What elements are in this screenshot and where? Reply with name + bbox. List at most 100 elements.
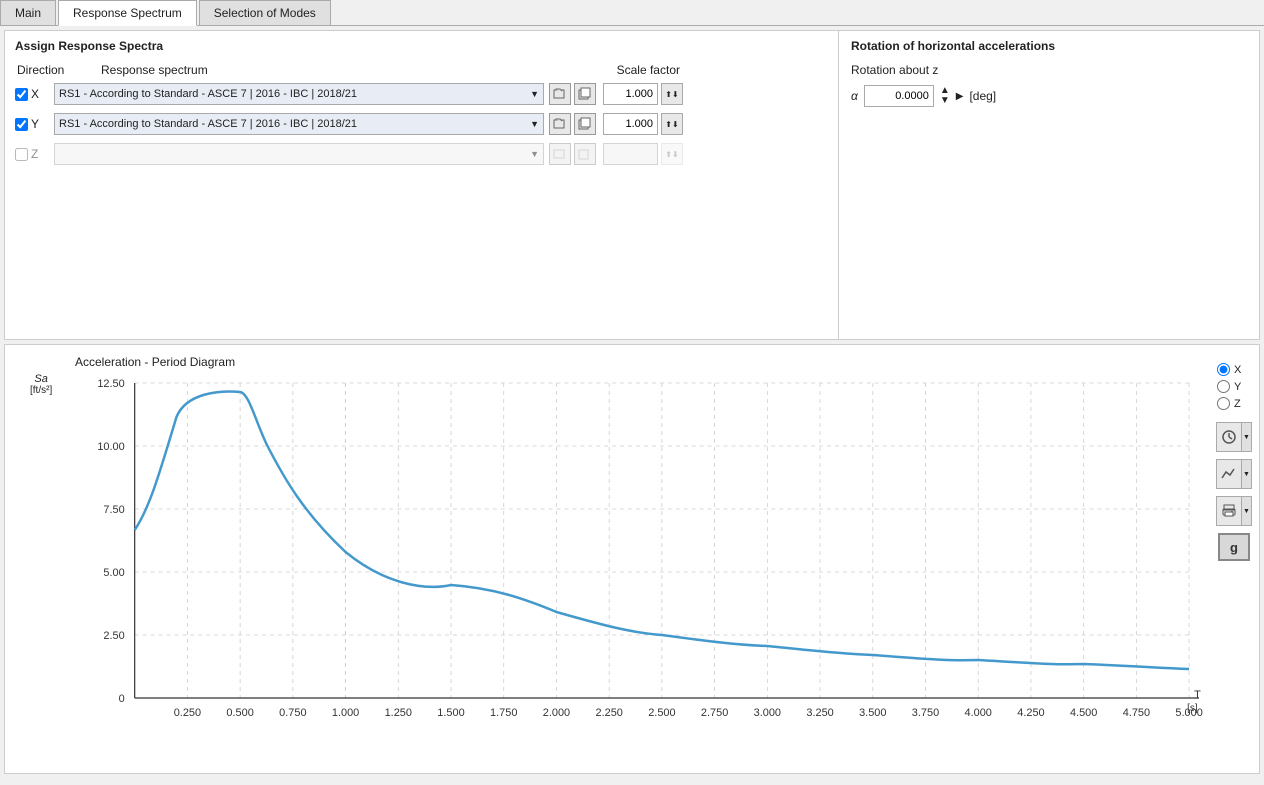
- alpha-unit: [deg]: [969, 89, 996, 103]
- print-btn[interactable]: ▼: [1216, 496, 1252, 526]
- right-arrow: ▶: [956, 91, 964, 102]
- dropdown-arrow-z: ▼: [530, 149, 539, 159]
- dropdown-arrow-x: ▼: [530, 89, 539, 99]
- svg-text:T: T: [1194, 689, 1201, 701]
- row-x: X RS1 - According to Standard - ASCE 7 |…: [15, 81, 828, 107]
- chart-title: Acceleration - Period Diagram: [65, 355, 1209, 369]
- scale-input-z: [603, 143, 658, 165]
- svg-text:4.750: 4.750: [1123, 707, 1150, 719]
- print-arrow[interactable]: ▼: [1241, 497, 1251, 525]
- radio-item-z: Z: [1217, 397, 1241, 410]
- svg-text:5.00: 5.00: [103, 567, 124, 579]
- spectrum-dropdown-z: ▼: [54, 143, 544, 165]
- scale-input-y[interactable]: [603, 113, 658, 135]
- direction-header: Direction: [17, 63, 97, 77]
- y-axis-label: Sa [ft/s²]: [30, 373, 52, 396]
- svg-text:7.50: 7.50: [103, 504, 124, 516]
- dir-label-y: Y: [31, 117, 51, 131]
- svg-text:3.500: 3.500: [859, 707, 886, 719]
- copy-icon-z: [574, 143, 596, 165]
- tab-response-spectrum[interactable]: Response Spectrum: [58, 0, 197, 26]
- g-button[interactable]: g: [1218, 533, 1250, 561]
- top-panel: Assign Response Spectra Direction Respon…: [4, 30, 1260, 340]
- spectrum-dropdown-x[interactable]: RS1 - According to Standard - ASCE 7 | 2…: [54, 83, 544, 105]
- checkbox-y[interactable]: [15, 118, 28, 131]
- row-z: Z ▼ ⬆⬇: [15, 141, 828, 167]
- chart-area: Acceleration - Period Diagram Sa [ft/s²]…: [5, 345, 1209, 773]
- tab-main[interactable]: Main: [0, 0, 56, 25]
- svg-text:3.000: 3.000: [754, 707, 781, 719]
- rotation-subtitle: Rotation about z: [851, 63, 1247, 77]
- svg-text:4.250: 4.250: [1017, 707, 1044, 719]
- open-icon-y[interactable]: [549, 113, 571, 135]
- radio-item-y: Y: [1217, 380, 1241, 393]
- svg-text:1.000: 1.000: [332, 707, 359, 719]
- view-settings-btn[interactable]: ▼: [1216, 422, 1252, 452]
- radio-z[interactable]: [1217, 397, 1230, 410]
- svg-text:0.750: 0.750: [279, 707, 306, 719]
- spectrum-value-x: RS1 - According to Standard - ASCE 7 | 2…: [59, 88, 530, 100]
- spin-x[interactable]: ⬆⬇: [661, 83, 683, 105]
- svg-text:2.250: 2.250: [595, 707, 622, 719]
- radio-y[interactable]: [1217, 380, 1230, 393]
- graph-settings-arrow[interactable]: ▼: [1241, 460, 1251, 488]
- scale-input-x[interactable]: [603, 83, 658, 105]
- dropdown-arrow-y: ▼: [530, 119, 539, 129]
- svg-text:0.500: 0.500: [226, 707, 253, 719]
- svg-text:4.000: 4.000: [965, 707, 992, 719]
- checkbox-z[interactable]: [15, 148, 28, 161]
- chart-container: Sa [ft/s²] .grid-line { stroke: #ccc; st…: [75, 373, 1209, 733]
- bottom-panel: Acceleration - Period Diagram Sa [ft/s²]…: [4, 344, 1260, 774]
- assign-spectra-section: Assign Response Spectra Direction Respon…: [5, 31, 839, 339]
- spectrum-dropdown-y[interactable]: RS1 - According to Standard - ASCE 7 | 2…: [54, 113, 544, 135]
- clock-icon[interactable]: [1217, 423, 1241, 451]
- g-label: g: [1230, 540, 1238, 555]
- svg-text:[s]: [s]: [1187, 703, 1198, 714]
- svg-text:4.500: 4.500: [1070, 707, 1097, 719]
- print-icon[interactable]: [1217, 497, 1241, 525]
- chart-svg: .grid-line { stroke: #ccc; stroke-width:…: [75, 373, 1209, 733]
- copy-icon-y[interactable]: [574, 113, 596, 135]
- open-icon-x[interactable]: [549, 83, 571, 105]
- assign-spectra-title: Assign Response Spectra: [15, 39, 828, 53]
- radio-x[interactable]: [1217, 363, 1230, 376]
- response-spectrum-header: Response spectrum: [101, 63, 596, 77]
- svg-text:0.250: 0.250: [174, 707, 201, 719]
- spin-arrows[interactable]: ▲▼: [940, 86, 950, 106]
- dir-label-x: X: [31, 87, 51, 101]
- svg-text:2.750: 2.750: [701, 707, 728, 719]
- spectrum-value-y: RS1 - According to Standard - ASCE 7 | 2…: [59, 118, 530, 130]
- svg-text:2.500: 2.500: [648, 707, 675, 719]
- radio-item-x: X: [1217, 363, 1241, 376]
- spin-y[interactable]: ⬆⬇: [661, 113, 683, 135]
- rotation-section: Rotation of horizontal accelerations Rot…: [839, 31, 1259, 339]
- svg-text:1.750: 1.750: [490, 707, 517, 719]
- row-y: Y RS1 - According to Standard - ASCE 7 |…: [15, 111, 828, 137]
- svg-text:3.250: 3.250: [806, 707, 833, 719]
- tab-selection-modes[interactable]: Selection of Modes: [199, 0, 331, 25]
- chart-radio-group: X Y Z: [1213, 363, 1255, 410]
- rotation-title: Rotation of horizontal accelerations: [851, 39, 1247, 53]
- graph-settings-btn[interactable]: ▼: [1216, 459, 1252, 489]
- copy-icon-x[interactable]: [574, 83, 596, 105]
- svg-text:1.500: 1.500: [437, 707, 464, 719]
- graph-line-icon[interactable]: [1217, 460, 1241, 488]
- y-label-unit: [ft/s²]: [30, 385, 52, 396]
- open-icon-z: [549, 143, 571, 165]
- tab-bar: Main Response Spectrum Selection of Mode…: [0, 0, 1264, 26]
- y-label-sa: Sa: [30, 373, 52, 385]
- svg-text:0: 0: [119, 693, 125, 705]
- alpha-input[interactable]: [864, 85, 934, 107]
- view-settings-arrow[interactable]: ▼: [1241, 423, 1251, 451]
- svg-text:3.750: 3.750: [912, 707, 939, 719]
- radio-x-label: X: [1234, 364, 1241, 376]
- svg-text:12.50: 12.50: [97, 378, 124, 390]
- alpha-row: α ▲▼ ▶ [deg]: [851, 85, 1247, 107]
- checkbox-x[interactable]: [15, 88, 28, 101]
- svg-text:2.50: 2.50: [103, 630, 124, 642]
- chart-controls: X Y Z ▼ ▼: [1209, 345, 1259, 773]
- svg-text:10.00: 10.00: [97, 441, 124, 453]
- radio-y-label: Y: [1234, 381, 1241, 393]
- radio-z-label: Z: [1234, 398, 1241, 410]
- spin-z: ⬆⬇: [661, 143, 683, 165]
